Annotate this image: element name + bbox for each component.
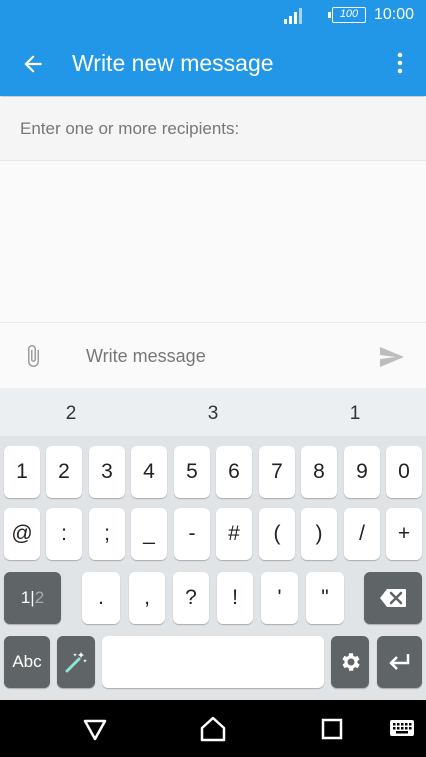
suggestion-item[interactable]: 2 <box>56 403 86 425</box>
symbols-page-toggle[interactable]: 1 | 2 <box>4 572 61 624</box>
key-plus[interactable]: + <box>386 508 422 560</box>
square-recent-icon[interactable] <box>318 715 346 743</box>
status-clock: 10:00 <box>374 6 415 23</box>
gear-icon <box>342 653 360 671</box>
key-period[interactable]: . <box>82 572 120 624</box>
message-input[interactable] <box>72 335 362 377</box>
suggestion-strip: 2 3 1 <box>0 388 426 436</box>
recipients-field-container <box>0 97 426 161</box>
paperclip-icon[interactable] <box>21 344 45 368</box>
key-5[interactable]: 5 <box>174 446 210 498</box>
key-apostrophe[interactable]: ' <box>261 572 298 624</box>
key-hash[interactable]: # <box>216 508 252 560</box>
key-4[interactable]: 4 <box>131 446 167 498</box>
arrow-left-icon[interactable] <box>20 51 46 77</box>
recipients-input[interactable] <box>0 97 426 161</box>
magic-wand-icon <box>65 652 87 673</box>
enter-icon <box>388 654 409 670</box>
keyboard: 1 2 3 4 5 6 7 8 9 0 @ : ; _ - # ( ) / + … <box>0 436 426 700</box>
app-bar: Write new message <box>0 30 426 96</box>
system-nav-bar <box>0 700 426 757</box>
key-comma[interactable]: , <box>129 572 165 624</box>
message-thread-area <box>0 162 426 322</box>
key-at[interactable]: @ <box>4 508 40 560</box>
key-6[interactable]: 6 <box>216 446 252 498</box>
key-exclamation[interactable]: ! <box>217 572 253 624</box>
key-quote[interactable]: " <box>306 572 344 624</box>
key-8[interactable]: 8 <box>301 446 337 498</box>
key-0[interactable]: 0 <box>386 446 422 498</box>
key-open-paren[interactable]: ( <box>259 508 295 560</box>
key-3[interactable]: 3 <box>89 446 125 498</box>
triangle-back-icon[interactable] <box>81 715 109 743</box>
abc-key[interactable]: Abc <box>4 636 50 688</box>
settings-key[interactable] <box>331 636 369 688</box>
home-icon[interactable] <box>199 715 227 743</box>
space-key[interactable] <box>102 636 324 688</box>
page-1-label: 1 <box>20 588 31 607</box>
key-slash[interactable]: / <box>344 508 380 560</box>
battery-icon: 100 <box>328 7 366 23</box>
suggestion-item[interactable]: 3 <box>198 403 228 425</box>
key-colon[interactable]: : <box>46 508 82 560</box>
compose-bar <box>0 322 426 388</box>
key-underscore[interactable]: _ <box>131 508 167 560</box>
send-icon[interactable] <box>378 345 406 369</box>
keyboard-icon[interactable] <box>389 717 415 739</box>
backspace-key[interactable] <box>364 572 422 624</box>
emoji-wand-key[interactable] <box>57 636 95 688</box>
key-hyphen[interactable]: - <box>174 508 210 560</box>
key-question[interactable]: ? <box>173 572 209 624</box>
more-vert-icon[interactable] <box>388 50 412 76</box>
key-9[interactable]: 9 <box>344 446 380 498</box>
key-1[interactable]: 1 <box>4 446 40 498</box>
status-bar: 100 10:00 <box>0 0 426 30</box>
key-semicolon[interactable]: ; <box>89 508 125 560</box>
page-title: Write new message <box>72 50 274 76</box>
key-2[interactable]: 2 <box>46 446 82 498</box>
signal-icon <box>284 8 302 24</box>
key-close-paren[interactable]: ) <box>301 508 337 560</box>
key-7[interactable]: 7 <box>259 446 295 498</box>
backspace-icon <box>380 589 406 607</box>
page-2-label: 2 <box>34 588 45 607</box>
suggestion-item[interactable]: 1 <box>340 403 370 425</box>
enter-key[interactable] <box>377 636 422 688</box>
